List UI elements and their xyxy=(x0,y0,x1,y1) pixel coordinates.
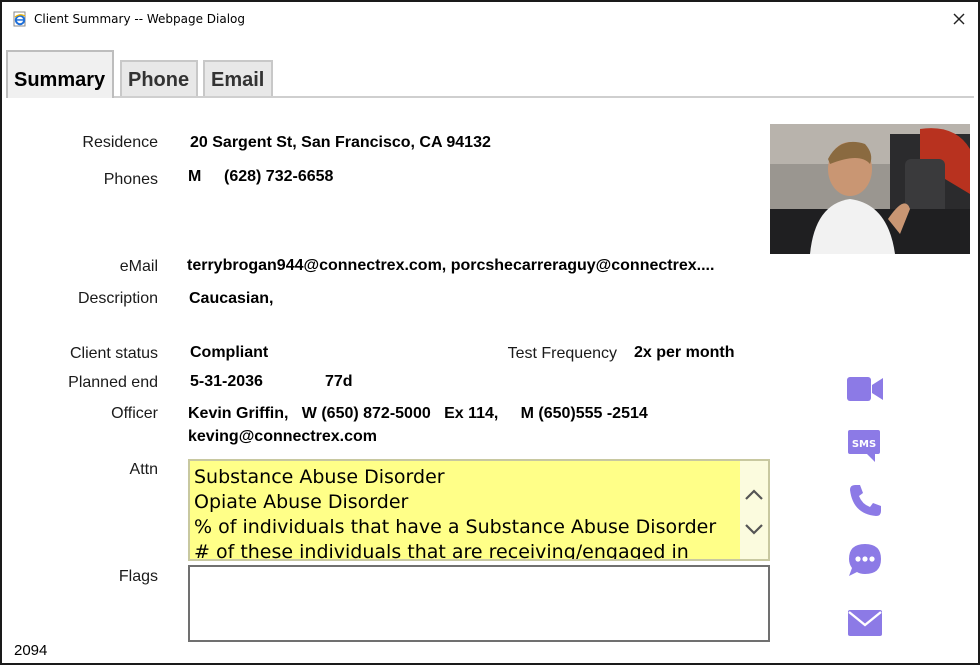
client-status-label: Client status xyxy=(69,345,158,362)
client-summary-dialog: Client Summary -- Webpage Dialog Phone E… xyxy=(0,0,980,665)
ie-page-icon xyxy=(13,11,26,27)
envelope-icon[interactable] xyxy=(845,602,885,642)
phone-number[interactable]: (628) 732-6658 xyxy=(224,168,333,186)
planned-end-remaining: 77d xyxy=(325,373,353,390)
description-value: Caucasian, xyxy=(189,290,274,307)
attn-line: Opiate Abuse Disorder xyxy=(194,491,409,513)
tab-phone[interactable]: Phone xyxy=(120,60,198,96)
close-icon[interactable] xyxy=(948,8,970,30)
tab-bar: Phone Email Summary xyxy=(2,50,978,98)
chevron-down-icon[interactable] xyxy=(742,517,766,541)
residence-label: Residence xyxy=(82,134,158,151)
attn-label: Attn xyxy=(129,461,158,478)
officer-label: Officer xyxy=(111,405,158,422)
test-frequency-value: 2x per month xyxy=(634,344,735,361)
phone-type: M xyxy=(188,168,202,185)
planned-end-label: Planned end xyxy=(68,374,158,391)
test-frequency-label: Test Frequency xyxy=(507,345,617,362)
sms-icon[interactable]: SMS xyxy=(845,426,885,466)
client-status-value: Compliant xyxy=(190,344,269,361)
flags-label: Flags xyxy=(118,568,158,585)
residence-value: 20 Sargent St, San Francisco, CA 94132 xyxy=(190,134,491,151)
attn-textarea[interactable]: Substance Abuse Disorder Opiate Abuse Di… xyxy=(188,459,770,561)
attn-content: Substance Abuse Disorder Opiate Abuse Di… xyxy=(194,465,738,561)
attn-line: Substance Abuse Disorder xyxy=(194,466,445,488)
video-camera-icon[interactable] xyxy=(845,369,885,409)
officer-email[interactable]: keving@connectrex.com xyxy=(188,428,377,446)
chat-bubble-icon[interactable] xyxy=(845,540,885,580)
chevron-up-icon[interactable] xyxy=(742,483,766,507)
planned-end-date: 5-31-2036 xyxy=(190,373,263,390)
description-label: Description xyxy=(77,290,158,307)
record-id: 2094 xyxy=(14,642,48,659)
flags-textarea[interactable] xyxy=(188,565,770,642)
title-bar: Client Summary -- Webpage Dialog xyxy=(2,2,978,40)
email-value[interactable]: terrybrogan944@connectrex.com, porcsheca… xyxy=(187,257,714,275)
client-photo xyxy=(770,124,970,254)
attn-line: # of these individuals that are receivin… xyxy=(194,541,689,561)
attn-scrollbar[interactable] xyxy=(740,461,768,559)
email-label: eMail xyxy=(119,258,158,275)
tab-email[interactable]: Email xyxy=(203,60,273,96)
phones-label: Phones xyxy=(103,171,158,188)
svg-text:SMS: SMS xyxy=(852,439,876,450)
tab-summary[interactable]: Summary xyxy=(6,50,114,98)
window-title: Client Summary -- Webpage Dialog xyxy=(34,12,246,26)
phone-icon[interactable] xyxy=(845,481,885,521)
attn-line: % of individuals that have a Substance A… xyxy=(194,516,717,538)
officer-contact: Kevin Griffin, W (650) 872-5000 Ex 114, … xyxy=(188,405,648,422)
